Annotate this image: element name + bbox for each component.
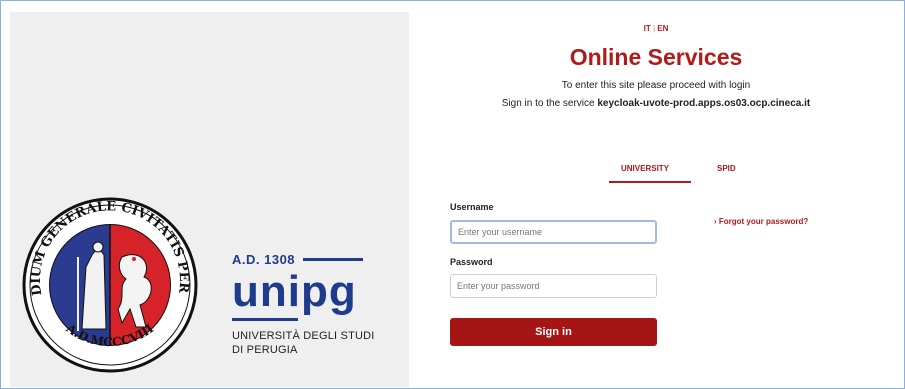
username-input[interactable] [450,220,657,244]
founding-year: A.D. 1308 [232,252,296,267]
brand-underline [232,318,298,321]
university-brand: A.D. 1308 unipg UNIVERSITÀ DEGLI STUDI D… [232,252,402,357]
sign-in-button[interactable]: Sign in [450,318,657,346]
login-instructions: To enter this site please proceed with l… [561,80,751,91]
active-tab-indicator [609,181,691,183]
tab-university[interactable]: UNIVERSITY [621,164,669,173]
founding-year-row: A.D. 1308 [232,252,402,267]
password-input[interactable] [450,274,657,298]
university-seal-logo: STUDIUM GENERALE CIVITATIS PERUSII A.D.M… [22,197,198,373]
lang-it-link[interactable]: IT [644,24,651,33]
service-name: keycloak-uvote-prod.apps.os03.ocp.cineca… [597,98,811,109]
page-title: Online Services [569,44,743,70]
university-name-line2: DI PERUGIA [232,344,298,356]
unipg-logo: unipg [232,267,357,316]
username-label: Username [450,202,494,212]
forgot-password-link[interactable]: › Forgot your password? [714,217,808,226]
password-label: Password [450,257,493,267]
brand-panel: STUDIUM GENERALE CIVITATIS PERUSII A.D.M… [10,12,409,387]
brand-divider [303,258,364,261]
service-prefix: Sign in to the service [501,98,595,109]
tab-spid[interactable]: SPID [717,164,736,173]
lang-en-link[interactable]: EN [657,24,668,33]
language-switcher: IT | EN [643,24,669,33]
university-name-line1: UNIVERSITÀ DEGLI STUDI [232,330,375,342]
login-panel: IT | EN Online Services To enter this si… [409,12,903,387]
service-info: Sign in to the service keycloak-uvote-pr… [409,98,903,109]
university-name: UNIVERSITÀ DEGLI STUDI DI PERUGIA [232,329,402,357]
